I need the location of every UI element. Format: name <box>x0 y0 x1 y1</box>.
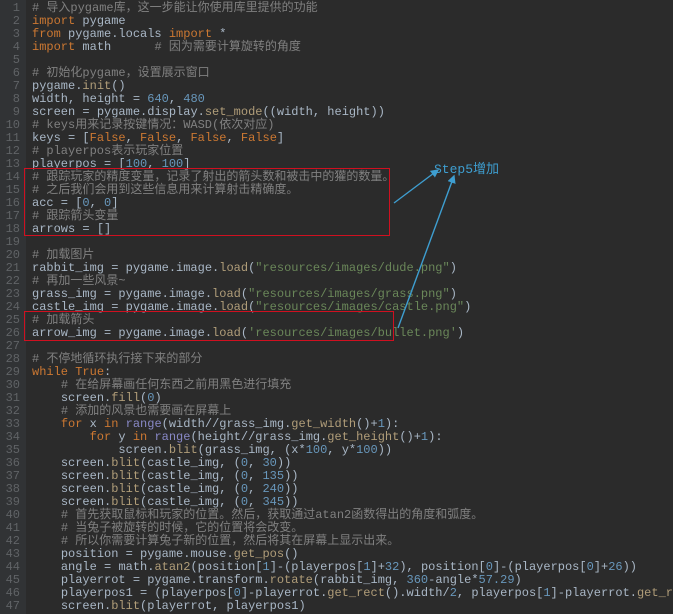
code-line[interactable]: # 跟踪箭头变量 <box>32 210 673 223</box>
code-line[interactable]: rabbit_img = pygame.image.load("resource… <box>32 262 673 275</box>
code-line[interactable]: castle_img = pygame.image.load("resource… <box>32 301 673 314</box>
code-editor[interactable]: 1234567891011121314151617181920212223242… <box>0 0 673 614</box>
code-line[interactable]: acc = [0, 0] <box>32 197 673 210</box>
code-line[interactable]: arrows = [] <box>32 223 673 236</box>
code-line[interactable]: screen.blit(playerrot, playerpos1) <box>32 600 673 613</box>
code-line[interactable]: # 导入pygame库，这一步能让你使用库里提供的功能 <box>32 2 673 15</box>
code-line[interactable]: # 初始化pygame，设置展示窗口 <box>32 67 673 80</box>
code-line[interactable]: # 不停地循环执行接下来的部分 <box>32 353 673 366</box>
line-number: 47 <box>4 600 20 613</box>
code-line[interactable]: # 之后我们会用到这些信息用来计算射击精确度。 <box>32 184 673 197</box>
code-line[interactable]: import math # 因为需要计算旋转的角度 <box>32 41 673 54</box>
gutter: 1234567891011121314151617181920212223242… <box>0 0 26 614</box>
code-area[interactable]: # 导入pygame库，这一步能让你使用库里提供的功能import pygame… <box>26 0 673 614</box>
code-line[interactable] <box>32 236 673 249</box>
code-line[interactable]: arrow_img = pygame.image.load('resources… <box>32 327 673 340</box>
